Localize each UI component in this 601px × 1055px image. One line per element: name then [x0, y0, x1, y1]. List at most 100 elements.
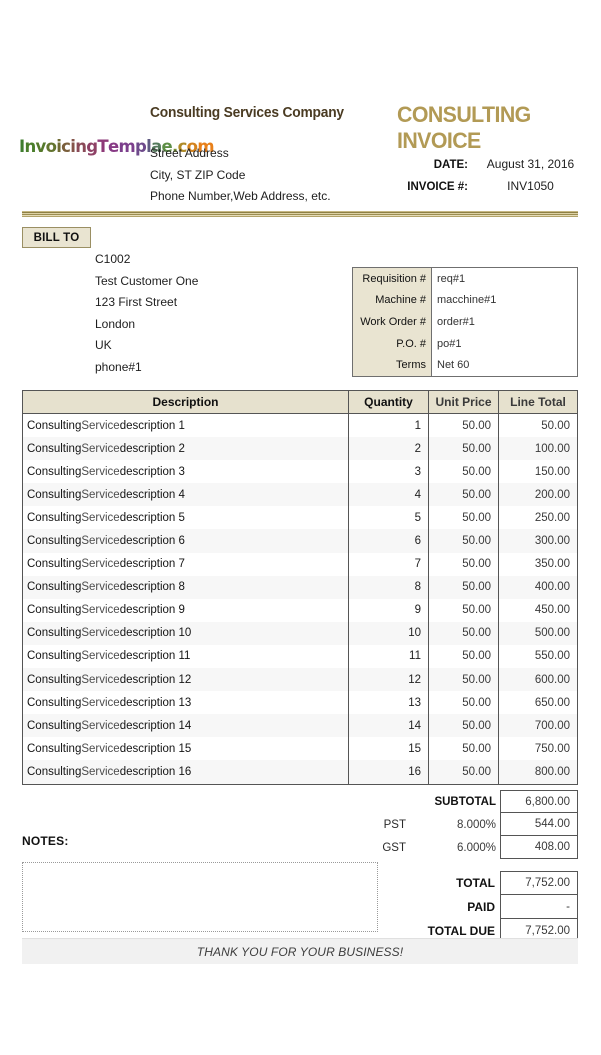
logo-letter: g	[86, 137, 98, 156]
gst-rate[interactable]: 6.000%	[412, 836, 500, 859]
gst-name: GST	[382, 841, 406, 854]
logo-letter: n	[24, 137, 36, 156]
cell-unit-price: 50.00	[429, 760, 499, 784]
notes-input[interactable]	[22, 862, 378, 932]
info-box-label: P.O. #	[353, 332, 432, 355]
subtotal-label: SUBTOTAL	[434, 795, 496, 808]
table-row[interactable]: Consulting Service description 11 11 50.00…	[23, 644, 577, 669]
logo-letter: T	[97, 137, 108, 156]
info-box-value[interactable]: Net 60	[432, 359, 577, 371]
cell-unit-price: 50.00	[429, 506, 499, 530]
table-row[interactable]: Consulting Service description 5 5 50.00 25…	[23, 506, 577, 530]
table-row[interactable]: Consulting Service description 12 12 50.00…	[23, 668, 577, 692]
cell-quantity: 1	[349, 414, 429, 438]
cell-unit-price: 50.00	[429, 714, 499, 738]
info-box-value[interactable]: order#1	[432, 316, 577, 328]
info-box-value[interactable]: macchine#1	[432, 294, 577, 306]
logo-letter: p	[134, 137, 147, 156]
subtotal-spacer	[352, 790, 412, 813]
cell-line-total: 50.00	[541, 419, 570, 432]
table-row[interactable]: Consulting Service description 16 16 50.00…	[23, 760, 577, 784]
invoice-meta-value[interactable]: August 31, 2016	[468, 157, 587, 171]
cell-description: Consulting Service description 3	[23, 460, 349, 484]
info-box-value[interactable]: req#1	[432, 273, 577, 285]
company-address-line: Street Address	[150, 146, 229, 160]
table-row[interactable]: Consulting Service description 3 3 50.00 15…	[23, 460, 577, 484]
cell-line-total: 650.00	[534, 696, 570, 709]
table-row[interactable]: Consulting Service description 6 6 50.00 30…	[23, 529, 577, 553]
bill-to-line[interactable]: Test Customer One	[95, 271, 345, 293]
bill-to-line[interactable]: UK	[95, 335, 345, 357]
total-value: 7,752.00	[500, 871, 578, 895]
invoice-meta-row: INVOICE #: INV1050	[380, 179, 587, 201]
cell-quantity: 8	[349, 575, 429, 599]
info-box-label: Requisition #	[353, 268, 432, 290]
table-row[interactable]: Consulting Service description 15 15 50.00…	[23, 737, 577, 761]
notes-label: NOTES:	[22, 834, 69, 848]
cell-quantity: 14	[349, 714, 429, 738]
cell-line-total: 350.00	[534, 558, 570, 571]
pst-rate[interactable]: 8.000%	[412, 813, 500, 836]
cell-quantity: 12	[349, 668, 429, 692]
cell-quantity: 11	[349, 644, 429, 669]
invoice-meta-value[interactable]: INV1050	[468, 179, 587, 193]
table-row[interactable]: Consulting Service description 13 13 50.00…	[23, 691, 577, 715]
bill-to-line[interactable]: London	[95, 314, 345, 336]
column-header-quantity: Quantity	[349, 391, 429, 413]
cell-quantity: 9	[349, 598, 429, 622]
paid-value[interactable]: -	[500, 895, 578, 919]
footer-message: THANK YOU FOR YOUR BUSINESS!	[196, 944, 404, 959]
cell-unit-price: 50.00	[429, 598, 499, 622]
table-row[interactable]: Consulting Service description 14 14 50.00…	[23, 714, 577, 738]
company-address-line: City, ST ZIP Code	[150, 167, 246, 182]
invoice-info-box: Requisition # req#1 Machine # macchine#1 Wor…	[352, 267, 578, 377]
bill-to-badge: BILL TO	[22, 227, 91, 248]
invoice-meta-label: DATE:	[433, 159, 468, 171]
invoice-page: Consulting Services Company CONSULTING I…	[0, 0, 601, 1055]
info-box-row: P.O. # po#1	[353, 332, 577, 355]
cell-description: Consulting Service description 6	[23, 529, 349, 553]
invoice-meta-label: INVOICE #:	[407, 180, 468, 193]
bill-to-line[interactable]: phone#1	[95, 357, 345, 379]
logo-letter: o	[45, 137, 57, 156]
bill-to-line[interactable]: C1002	[95, 249, 345, 271]
info-box-row: Work Order # order#1	[353, 311, 577, 333]
invoice-header: Consulting Services Company CONSULTING I…	[0, 95, 601, 205]
table-row[interactable]: Consulting Service description 8 8 50.00 40…	[23, 575, 577, 599]
logo-letter: v	[35, 137, 47, 156]
cell-line-total: 200.00	[534, 488, 570, 501]
cell-line-total: 100.00	[534, 442, 570, 455]
cell-unit-price: 50.00	[429, 737, 499, 761]
table-row[interactable]: Consulting Service description 7 7 50.00 35…	[23, 552, 577, 576]
logo-letter: m	[118, 137, 135, 156]
cell-line-total: 250.00	[534, 511, 570, 524]
cell-line-total: 600.00	[534, 673, 570, 686]
cell-quantity: 5	[349, 506, 429, 530]
cell-quantity: 3	[349, 460, 429, 484]
summary-row-subtotal: SUBTOTAL 6,800.00	[22, 790, 578, 813]
bill-to-line[interactable]: 123 First Street	[95, 292, 345, 314]
cell-description: Consulting Service description 9	[23, 598, 349, 622]
table-row[interactable]: Consulting Service description 10 10 50.00…	[23, 621, 577, 645]
cell-description: Consulting Service description 5	[23, 506, 349, 530]
info-box-label: Terms	[353, 354, 432, 376]
info-box-row: Machine # macchine#1	[353, 289, 577, 312]
logo-letter: c	[61, 137, 71, 156]
table-row[interactable]: Consulting Service description 1 1 50.00 50…	[23, 414, 577, 438]
cell-description: Consulting Service description 2	[23, 437, 349, 461]
column-header-line-total: Line Total	[510, 395, 566, 409]
cell-line-total: 300.00	[534, 535, 570, 548]
table-row[interactable]: Consulting Service description 4 4 50.00 20…	[23, 483, 577, 507]
info-box-value[interactable]: po#1	[432, 338, 577, 350]
cell-unit-price: 50.00	[429, 414, 499, 438]
bill-to-address-block[interactable]: C1002 Test Customer One 123 First Street Lo…	[95, 249, 345, 378]
cell-unit-price: 50.00	[429, 529, 499, 553]
cell-line-total: 700.00	[534, 719, 570, 732]
table-row[interactable]: Consulting Service description 9 9 50.00 45…	[23, 598, 577, 622]
cell-unit-price: 50.00	[429, 460, 499, 484]
cell-unit-price: 50.00	[429, 575, 499, 599]
cell-description: Consulting Service description 11	[23, 644, 349, 669]
cell-description: Consulting Service description 4	[23, 483, 349, 507]
cell-unit-price: 50.00	[429, 668, 499, 692]
table-row[interactable]: Consulting Service description 2 2 50.00 10…	[23, 437, 577, 461]
